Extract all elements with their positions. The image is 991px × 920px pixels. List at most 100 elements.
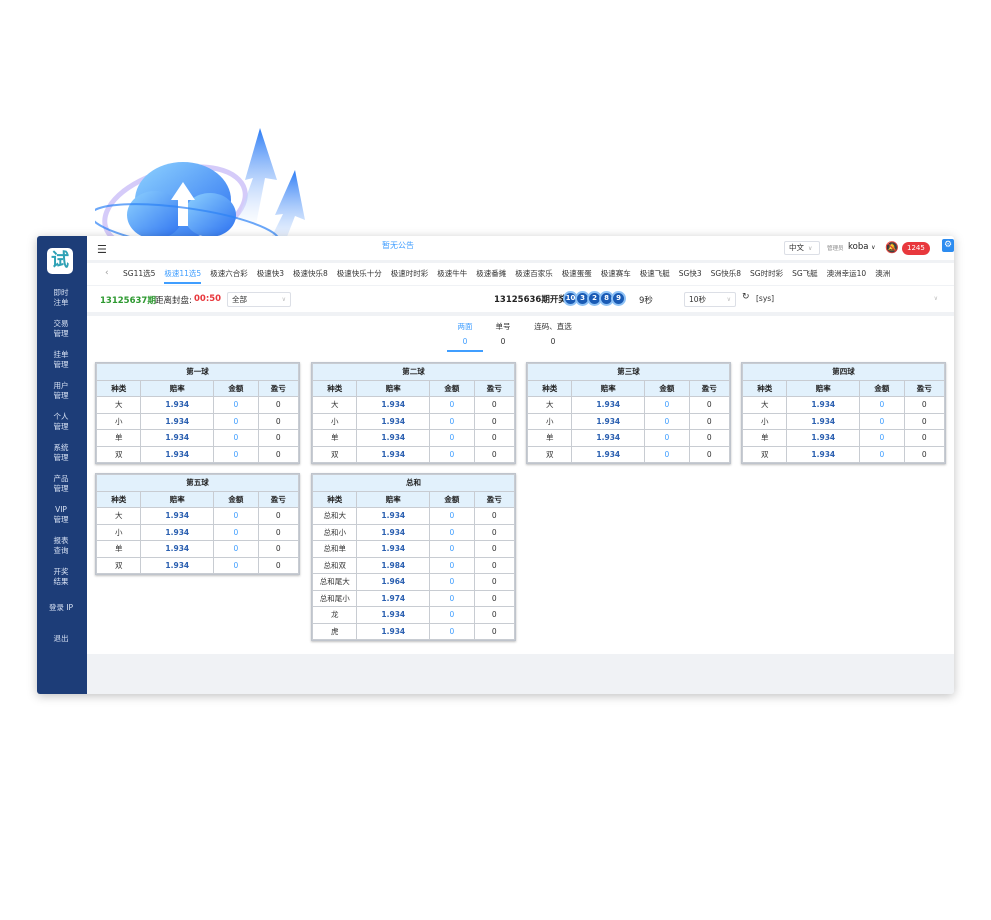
profit-cell: 0 (903, 396, 946, 414)
tab-lottery-5[interactable]: 极速快乐十分 (337, 263, 382, 285)
amount-cell[interactable]: 0 (859, 429, 905, 447)
amount-cell[interactable]: 0 (429, 573, 475, 591)
amount-cell[interactable]: 0 (213, 507, 259, 525)
table-row: 双 1.934 0 0 (741, 445, 946, 463)
table-row: 大 1.934 0 0 (741, 396, 946, 414)
amount-cell[interactable]: 0 (429, 507, 475, 525)
refresh-interval-select[interactable]: 10秒 ∨ (684, 292, 736, 307)
tab-lottery-0[interactable]: SG11选5 (123, 263, 155, 285)
amount-cell[interactable]: 0 (644, 412, 690, 430)
tab-lottery-1[interactable]: 极速11选5 (164, 263, 201, 285)
tab-combo-direct[interactable]: 连码、直选 0 (523, 320, 583, 352)
sidebar-item-pending-orders[interactable]: 挂单 管理 (37, 344, 87, 375)
amount-cell[interactable]: 0 (213, 523, 259, 541)
sidebar-item-logout[interactable]: 退出 (37, 623, 87, 654)
tab-lottery-2[interactable]: 极速六合彩 (210, 263, 248, 285)
tab-lottery-17[interactable]: 澳洲幸运10 (827, 263, 867, 285)
last-draw-label: 13125636期开奖 (494, 295, 567, 305)
tab-lottery-10[interactable]: 极速蛋蛋 (562, 263, 592, 285)
bet-type-cell: 大 (95, 396, 142, 414)
amount-cell[interactable]: 0 (429, 556, 475, 574)
tab-lottery-4[interactable]: 极速快乐8 (293, 263, 328, 285)
menu-toggle-icon[interactable]: ☰ (97, 243, 107, 256)
tab-lottery-7[interactable]: 极速牛牛 (437, 263, 467, 285)
amount-cell[interactable]: 0 (429, 540, 475, 558)
amount-cell[interactable]: 0 (429, 523, 475, 541)
sidebar-item-users[interactable]: 用户 管理 (37, 375, 87, 406)
tab-single-number[interactable]: 单号 0 (483, 320, 523, 352)
amount-cell[interactable]: 0 (213, 540, 259, 558)
odds-cell: 1.934 (356, 606, 431, 624)
amount-cell[interactable]: 0 (644, 429, 690, 447)
sidebar-item-personal[interactable]: 个人 管理 (37, 406, 87, 437)
bet-type-cell: 双 (526, 445, 573, 463)
tab-lottery-8[interactable]: 极速番摊 (476, 263, 506, 285)
refresh-icon[interactable]: ↻ (742, 292, 750, 302)
amount-cell[interactable]: 0 (859, 412, 905, 430)
odds-cell: 1.934 (140, 412, 215, 430)
bell-off-icon[interactable]: 🔕 (885, 241, 899, 254)
sidebar-item-trading[interactable]: 交易 管理 (37, 313, 87, 344)
sidebar-item-system[interactable]: 系统 管理 (37, 437, 87, 468)
tab-lottery-16[interactable]: SG飞艇 (792, 263, 818, 285)
sidebar-item-reports[interactable]: 报表 查询 (37, 530, 87, 561)
chevron-left-icon[interactable]: ‹ (105, 268, 109, 278)
announcement[interactable]: 暂无公告 (382, 240, 414, 251)
draw-ball: 9 (611, 291, 626, 306)
amount-cell[interactable]: 0 (213, 429, 259, 447)
amount-cell[interactable]: 0 (213, 445, 259, 463)
sidebar-item-draw-results[interactable]: 开奖 结果 (37, 561, 87, 592)
tab-lottery-14[interactable]: SG快乐8 (711, 263, 741, 285)
filter-select[interactable]: 全部 ∨ (227, 292, 291, 307)
amount-cell[interactable]: 0 (644, 396, 690, 414)
amount-cell[interactable]: 0 (213, 396, 259, 414)
amount-cell[interactable]: 0 (859, 445, 905, 463)
chevron-down-icon: ∨ (726, 296, 731, 303)
odds-table-ball-5: 第五球 种类 赔率 金额 盈亏大 1.934 0 0 小 1.934 0 0 单 1.934 0 0 双 1.93… (95, 473, 300, 575)
tab-lottery-13[interactable]: SG快3 (679, 263, 702, 285)
sidebar-item-live-bets[interactable]: 即时 注单 (37, 282, 87, 313)
amount-cell[interactable]: 0 (429, 445, 475, 463)
amount-cell[interactable]: 0 (859, 396, 905, 414)
info-bar: 13125637期 距离封盘: 00:50 全部 ∨ 13125636期开奖 10… (87, 286, 954, 312)
bet-type-cell: 总和尾小 (311, 589, 358, 607)
tab-lottery-15[interactable]: SG时时彩 (750, 263, 783, 285)
amount-cell[interactable]: 0 (429, 589, 475, 607)
notification-badge[interactable]: 1245 (902, 242, 930, 255)
bet-type-cell: 龙 (311, 606, 358, 624)
tab-lottery-9[interactable]: 极速百家乐 (515, 263, 553, 285)
amount-cell[interactable]: 0 (213, 556, 259, 574)
language-select[interactable]: 中文 ∨ (784, 241, 820, 255)
tab-lottery-18[interactable]: 澳洲 (875, 263, 890, 285)
amount-cell[interactable]: 0 (429, 396, 475, 414)
profit-cell: 0 (473, 606, 516, 624)
sidebar-item-vip[interactable]: VIP 管理 (37, 499, 87, 530)
profit-cell: 0 (473, 622, 516, 640)
table-title: 第一球 (96, 363, 299, 381)
tab-lottery-12[interactable]: 极速飞艇 (640, 263, 670, 285)
odds-cell: 1.934 (571, 396, 646, 414)
settings-icon[interactable]: ⚙ (942, 239, 954, 252)
amount-cell[interactable]: 0 (213, 412, 259, 430)
table-row: 小 1.934 0 0 (526, 412, 731, 430)
profit-cell: 0 (473, 573, 516, 591)
tab-lottery-6[interactable]: 极速时时彩 (391, 263, 429, 285)
amount-cell[interactable]: 0 (429, 412, 475, 430)
draw-countdown: 9秒 (639, 296, 653, 306)
amount-cell[interactable]: 0 (429, 606, 475, 624)
profit-cell: 0 (257, 556, 300, 574)
table-title: 第二球 (312, 363, 515, 381)
column-header: 种类 (95, 490, 142, 508)
tab-lottery-3[interactable]: 极速快3 (257, 263, 284, 285)
amount-cell[interactable]: 0 (644, 445, 690, 463)
amount-cell[interactable]: 0 (429, 429, 475, 447)
tab-two-sides-count: 0 (462, 337, 468, 346)
sidebar-item-login-ip[interactable]: 登录 IP (37, 592, 87, 623)
profit-cell: 0 (257, 396, 300, 414)
tab-lottery-11[interactable]: 极速赛车 (601, 263, 631, 285)
tab-two-sides[interactable]: 两面 0 (447, 320, 483, 352)
sidebar-item-products[interactable]: 产品 管理 (37, 468, 87, 499)
user-menu[interactable]: koba ∨ (848, 242, 876, 252)
amount-cell[interactable]: 0 (429, 622, 475, 640)
account-select[interactable]: [sys] ∨ (752, 292, 942, 307)
